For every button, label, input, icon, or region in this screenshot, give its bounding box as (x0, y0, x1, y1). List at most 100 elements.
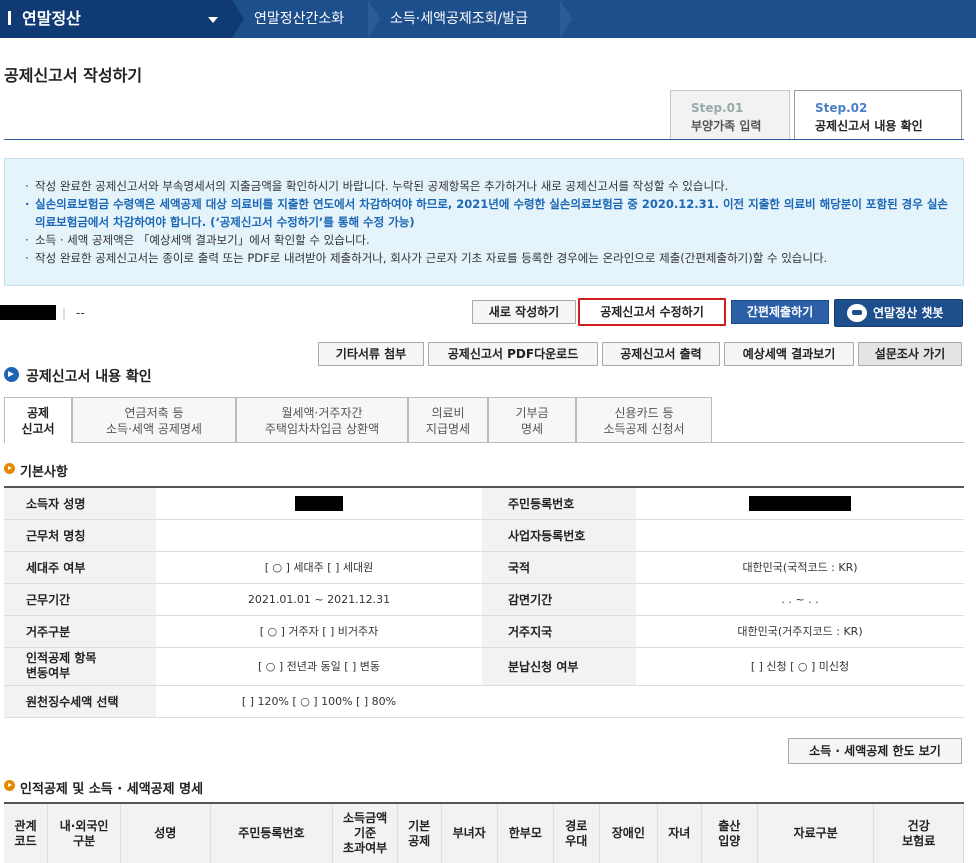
tab-deduction-form[interactable]: 공제 신고서 (4, 397, 72, 443)
bullet-icon (4, 463, 15, 474)
step-label: 부양가족 입력 (691, 119, 762, 133)
redacted-value (295, 495, 343, 511)
header-line: 경로 (565, 818, 588, 833)
table-label-line2: 변동여부 (26, 666, 71, 680)
tab-label-line1: 신용카드 등 (614, 406, 674, 420)
tab-label-line1: 기부금 (515, 406, 549, 420)
breadcrumb-arrow-icon (560, 0, 572, 38)
tab-rent-housing[interactable]: 월세액·거주자간 주택임차차입금 상환액 (236, 397, 408, 443)
header-line: 관계 (14, 818, 37, 833)
step-label: 공제신고서 내용 확인 (815, 119, 923, 133)
table-value (482, 685, 636, 718)
edit-form-button[interactable]: 공제신고서 수정하기 (578, 298, 726, 326)
chatbot-button[interactable]: 연말정산 챗봇 (834, 299, 963, 327)
user-separator: | (62, 306, 67, 320)
header-line: 초과여부 (343, 841, 388, 855)
header-line: 기준 (354, 826, 377, 840)
limit-view-button[interactable]: 소득 · 세액공제 한도 보기 (788, 738, 962, 764)
new-write-button[interactable]: 새로 작성하기 (472, 300, 576, 324)
print-button[interactable]: 공제신고서 출력 (602, 342, 720, 366)
table-row: 인적공제 항목 변동여부 [ ○ ] 전년과 동일 [ ] 변동 분납신청 여부… (4, 647, 964, 686)
table-value (636, 685, 964, 718)
tab-donation[interactable]: 기부금 명세 (488, 397, 576, 443)
tab-label-line1: 공제 (26, 406, 50, 420)
table-label: 분납신청 여부 (482, 647, 636, 686)
notice-box: 작성 완료한 공제신고서와 부속명세서의 지출금액을 확인하시기 바랍니다. 누… (4, 158, 964, 286)
tab-label-line1: 연금저축 등 (124, 406, 184, 420)
header-line: 공제 (408, 833, 431, 848)
header-line: 우대 (565, 833, 588, 848)
table-label: 거주지국 (482, 615, 636, 648)
column-header: 내·외국인 구분 (47, 803, 122, 863)
tab-credit-card[interactable]: 신용카드 등 소득공제 신청서 (576, 397, 712, 443)
chatbot-label: 연말정산 챗봇 (873, 306, 944, 320)
column-header: 소득금액 기준 초과여부 (332, 803, 398, 863)
table-header-row: 관계 코드 내·외국인 구분 성명 주민등록번호 소득금액 기준 초과여부 기본 공제 부… (4, 803, 964, 863)
table-value: . . ~ . . (636, 583, 964, 616)
step-2-tab[interactable]: Step.02 공제신고서 내용 확인 (794, 90, 962, 140)
tab-label-line2: 신고서 (21, 422, 55, 436)
estimate-result-button[interactable]: 예상세액 결과보기 (724, 342, 854, 366)
column-header: 경로 우대 (553, 803, 600, 863)
arrow-right-circle-icon (4, 367, 19, 382)
tab-medical[interactable]: 의료비 지급명세 (408, 397, 488, 443)
step-1-tab[interactable]: Step.01 부양가족 입력 (670, 90, 790, 140)
section-title: 공제신고서 내용 확인 (4, 366, 152, 386)
table-label: 인적공제 항목 변동여부 (4, 647, 156, 686)
header-line: 내·외국인 (59, 818, 109, 833)
tab-label-line2: 소득·세액 공제명세 (106, 422, 202, 436)
basic-info-title-text: 기본사항 (20, 465, 68, 480)
survey-button[interactable]: 설문조사 가기 (858, 342, 962, 366)
table-label: 소득자 성명 (4, 487, 156, 520)
table-label: 주민등록번호 (482, 487, 636, 520)
header-line: 입양 (718, 833, 741, 848)
table-value (156, 487, 482, 520)
menu-bar-icon (8, 11, 14, 25)
header-line: 건강 (907, 818, 930, 833)
column-header: 자녀 (657, 803, 702, 863)
breadcrumb-item-1[interactable]: 연말정산간소화 (254, 0, 344, 38)
table-value: [ ○ ] 전년과 동일 [ ] 변동 (156, 647, 482, 686)
page-title: 공제신고서 작성하기 (4, 66, 143, 85)
tab-label-line1: 월세액·거주자간 (281, 406, 363, 420)
notice-item: 소득 · 세액 공제액은 「예상세액 결과보기」에서 확인할 수 있습니다. (25, 231, 949, 249)
table-row: 소득자 성명 주민등록번호 (4, 487, 964, 520)
table-row: 거주구분 [ ○ ] 거주자 [ ] 비거주자 거주지국 대한민국(거주지코드 … (4, 615, 964, 648)
table-row: 원천징수세액 선택 [ ] 120% [ ○ ] 100% [ ] 80% (4, 685, 964, 718)
basic-info-table: 소득자 성명 주민등록번호 근무처 명칭 사업자등록번호 세대주 여부 [ ○ … (4, 486, 964, 718)
notice-item: 작성 완료한 공제신고서는 종이로 출력 또는 PDF로 내려받아 제출하거나,… (25, 249, 949, 267)
menu-dropdown[interactable]: 연말정산 (0, 0, 232, 38)
table-label: 세대주 여부 (4, 551, 156, 584)
table-label-line1: 인적공제 항목 (26, 651, 97, 665)
section-title-text: 공제신고서 내용 확인 (26, 369, 152, 385)
header-line: 소득금액 (343, 811, 388, 825)
simple-submit-button[interactable]: 간편제출하기 (731, 300, 829, 324)
table-row: 세대주 여부 [ ○ ] 세대주 [ ] 세대원 국적 대한민국(국적코드 : … (4, 551, 964, 584)
pdf-download-button[interactable]: 공제신고서 PDF다운로드 (428, 342, 598, 366)
breadcrumb-item-2[interactable]: 소득·세액공제조회/발급 (390, 0, 528, 38)
column-header: 주민등록번호 (210, 803, 334, 863)
table-value: 대한민국(국적코드 : KR) (636, 551, 964, 584)
attach-docs-button[interactable]: 기타서류 첨부 (318, 342, 424, 366)
tab-label-line2: 명세 (520, 422, 544, 436)
notice-item-highlight: 실손의료보험금 수령액은 세액공제 대상 의료비를 지출한 연도에서 차감하여야… (25, 195, 949, 231)
table-value: 2021.01.01 ~ 2021.12.31 (156, 583, 482, 616)
table-value: [ ] 120% [ ○ ] 100% [ ] 80% (156, 685, 482, 718)
menu-title: 연말정산 (22, 9, 81, 28)
column-header: 관계 코드 (4, 803, 49, 863)
table-label: 원천징수세액 선택 (4, 685, 156, 718)
top-nav-bar: 연말정산 연말정산간소화 소득·세액공제조회/발급 (0, 0, 976, 38)
table-label: 국적 (482, 551, 636, 584)
notice-item: 작성 완료한 공제신고서와 부속명세서의 지출금액을 확인하시기 바랍니다. 누… (25, 177, 949, 195)
detail-title-text: 인적공제 및 소득 · 세액공제 명세 (20, 782, 204, 797)
divider (4, 139, 964, 140)
column-header: 부녀자 (441, 803, 498, 863)
table-value: [ ] 신청 [ ○ ] 미신청 (636, 647, 964, 686)
tab-label-line2: 지급명세 (425, 422, 471, 436)
table-label: 감면기간 (482, 583, 636, 616)
header-line: 구분 (73, 833, 96, 848)
tab-label-line2: 주택임차차입금 상환액 (264, 422, 380, 436)
tab-pension-savings[interactable]: 연금저축 등 소득·세액 공제명세 (72, 397, 236, 443)
table-value: 대한민국(거주지코드 : KR) (636, 615, 964, 648)
table-value (156, 519, 482, 552)
